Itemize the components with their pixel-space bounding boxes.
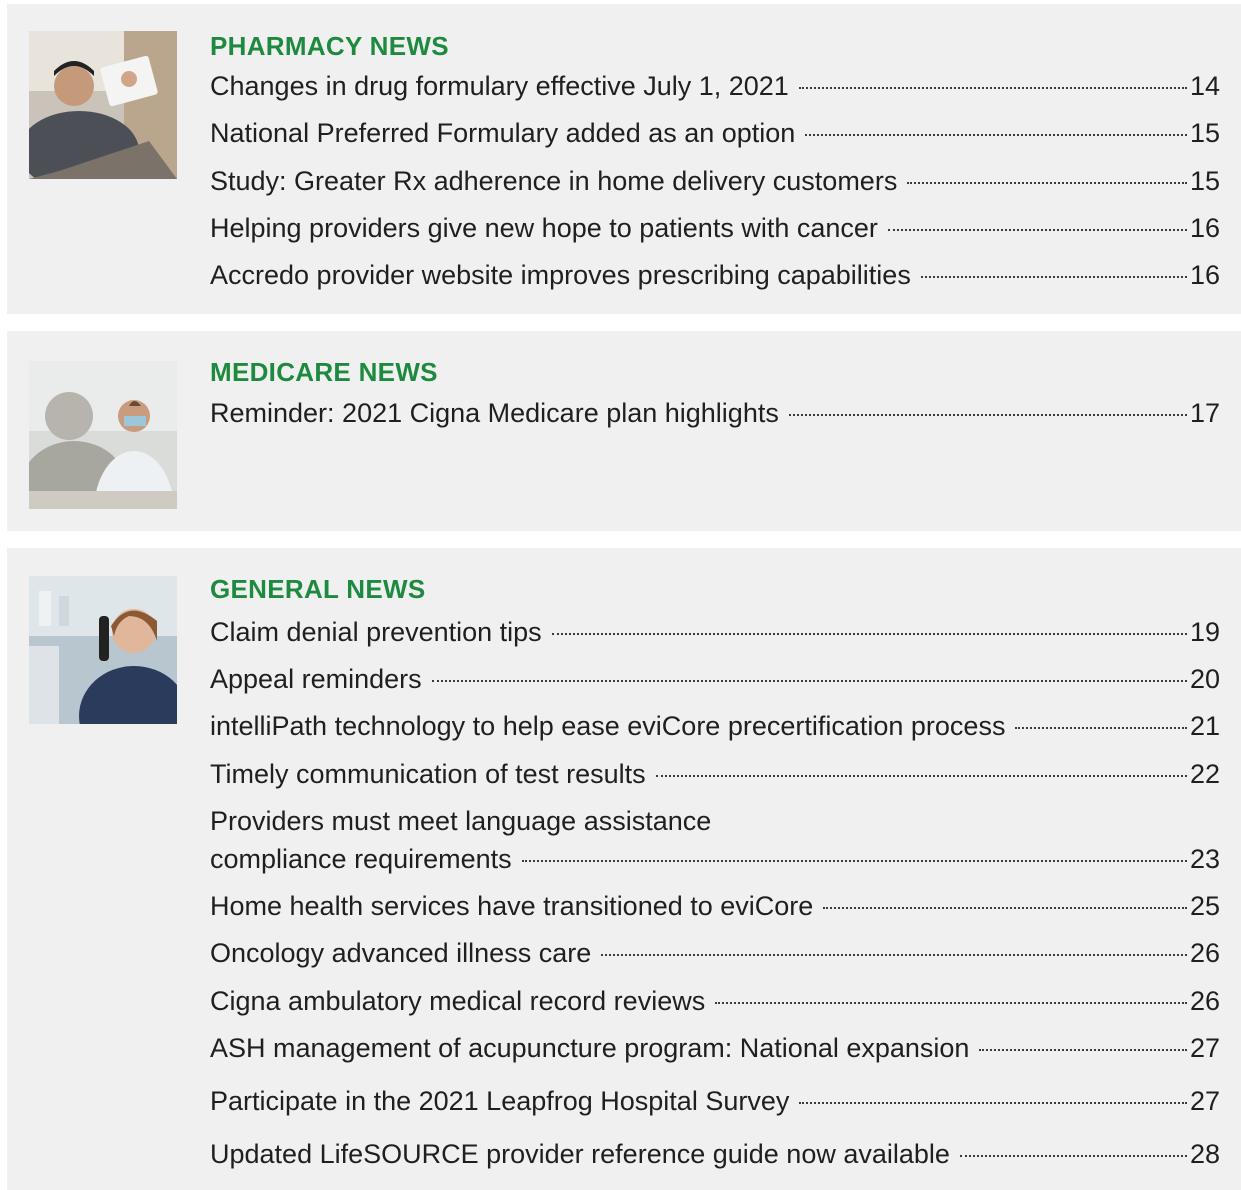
dot-leader — [655, 775, 1187, 777]
toc-entry-title: Updated LifeSOURCE provider reference gu… — [210, 1139, 950, 1169]
toc-entry[interactable]: Accredo provider website improves prescr… — [210, 258, 1220, 292]
toc-entry-title: ASH management of acupuncture program: N… — [210, 1033, 970, 1063]
toc-entry[interactable]: ASH management of acupuncture program: N… — [210, 1031, 1220, 1065]
toc-entry-title: Changes in drug formulary effective July… — [210, 71, 789, 101]
toc-entry[interactable]: Study: Greater Rx adherence in home deli… — [210, 164, 1220, 198]
toc-entry-title: Home health services have transitioned t… — [210, 891, 814, 921]
toc-entry[interactable]: compliance requirements 23 — [210, 842, 1220, 876]
dot-leader — [805, 134, 1187, 136]
toc-entry-page: 17 — [1189, 398, 1220, 428]
dot-leader — [601, 954, 1187, 956]
toc-entry-page: 15 — [1189, 166, 1220, 196]
toc-entry-page: 16 — [1189, 260, 1220, 290]
toc-entry-title: Study: Greater Rx adherence in home deli… — [210, 166, 898, 196]
toc-entry-page: 27 — [1189, 1033, 1220, 1063]
dot-leader — [823, 907, 1187, 909]
dot-leader — [1015, 727, 1187, 729]
toc-entry-page: 22 — [1189, 759, 1220, 789]
toc-entry[interactable]: National Preferred Formulary added as an… — [210, 116, 1220, 150]
toc-entry[interactable]: Appeal reminders 20 — [210, 662, 1220, 696]
toc-entry[interactable]: Claim denial prevention tips 19 — [210, 615, 1220, 649]
toc-entry-title: Reminder: 2021 Cigna Medicare plan highl… — [210, 398, 779, 428]
toc-entry-title: Cigna ambulatory medical record reviews — [210, 986, 706, 1016]
toc-entry-title: Timely communication of test results — [210, 759, 646, 789]
dot-leader — [551, 633, 1187, 635]
toc-entry[interactable]: Changes in drug formulary effective July… — [210, 69, 1220, 103]
toc-entry-page: 23 — [1189, 844, 1220, 874]
toc-entry[interactable]: Participate in the 2021 Leapfrog Hospita… — [210, 1084, 1220, 1118]
dot-leader — [798, 87, 1187, 89]
toc-entry-page: 26 — [1189, 986, 1220, 1016]
dot-leader — [431, 680, 1187, 682]
toc-entry[interactable]: intelliPath technology to help ease eviC… — [210, 709, 1220, 743]
toc-entry[interactable]: Timely communication of test results 22 — [210, 757, 1220, 791]
toc-entry[interactable]: Updated LifeSOURCE provider reference gu… — [210, 1137, 1220, 1171]
toc-entry-page: 20 — [1189, 664, 1220, 694]
toc-entry-title: Accredo provider website improves prescr… — [210, 260, 911, 290]
toc-entry-page: 15 — [1189, 118, 1220, 148]
toc-entry[interactable]: Home health services have transitioned t… — [210, 889, 1220, 923]
toc-entry[interactable]: Helping providers give new hope to patie… — [210, 211, 1220, 245]
toc-entry[interactable]: Reminder: 2021 Cigna Medicare plan highl… — [210, 396, 1220, 430]
toc-entry-title: compliance requirements — [210, 844, 512, 874]
pharmacy-photo — [29, 31, 177, 179]
toc-entry-page: 16 — [1189, 213, 1220, 243]
toc-entry-title: Helping providers give new hope to patie… — [210, 213, 878, 243]
medicare-photo — [29, 361, 177, 509]
toc-entry-page: 25 — [1189, 891, 1220, 921]
toc-entry[interactable]: Oncology advanced illness care 26 — [210, 936, 1220, 970]
dot-leader — [920, 276, 1187, 278]
general-news-heading: GENERAL NEWS — [210, 574, 426, 604]
dot-leader — [715, 1002, 1187, 1004]
general-photo — [29, 576, 177, 724]
pharmacy-news-heading: PHARMACY NEWS — [210, 31, 449, 61]
dot-leader — [907, 182, 1187, 184]
medicare-news-section: MEDICARE NEWS Reminder: 2021 Cigna Medic… — [7, 331, 1241, 531]
dot-leader — [959, 1155, 1187, 1157]
toc-entry-page: 14 — [1189, 71, 1220, 101]
general-news-section: GENERAL NEWS Claim denial prevention tip… — [7, 548, 1241, 1190]
medicare-news-heading: MEDICARE NEWS — [210, 357, 438, 387]
toc-entry[interactable]: Cigna ambulatory medical record reviews … — [210, 984, 1220, 1018]
toc-entry-title: intelliPath technology to help ease eviC… — [210, 711, 1006, 741]
toc-entry-title: Appeal reminders — [210, 664, 422, 694]
dot-leader — [788, 414, 1187, 416]
toc-entry-page: 26 — [1189, 938, 1220, 968]
dot-leader — [887, 229, 1187, 231]
dot-leader — [979, 1049, 1187, 1051]
toc-entry-page: 27 — [1189, 1086, 1220, 1116]
toc-entry-page: 19 — [1189, 617, 1220, 647]
toc-entry-page: 21 — [1189, 711, 1220, 741]
pharmacy-news-section: PHARMACY NEWS Changes in drug formulary … — [7, 4, 1241, 314]
toc-entry-title: Participate in the 2021 Leapfrog Hospita… — [210, 1086, 790, 1116]
toc-entry-title: National Preferred Formulary added as an… — [210, 118, 796, 148]
dot-leader — [799, 1102, 1187, 1104]
dot-leader — [521, 860, 1187, 862]
toc-entry-page: 28 — [1189, 1139, 1220, 1169]
toc-entry-title: Claim denial prevention tips — [210, 617, 542, 647]
toc-entry-title: Oncology advanced illness care — [210, 938, 592, 968]
toc-entry-title-line1[interactable]: Providers must meet language assistance — [210, 804, 711, 838]
